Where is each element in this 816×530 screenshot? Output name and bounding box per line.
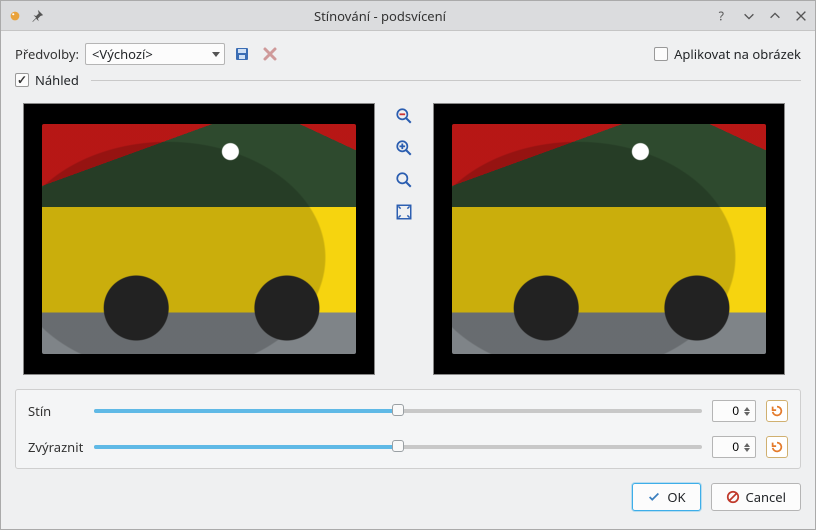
slider-highlight-row: Zvýraznit: [28, 436, 788, 458]
spin-shadow-input[interactable]: [713, 404, 741, 418]
preview-row: Náhled: [15, 71, 801, 89]
preview-area: [15, 95, 801, 379]
minimize-icon[interactable]: [741, 8, 757, 24]
spin-highlight-input[interactable]: [713, 440, 741, 454]
pin-icon[interactable]: [29, 8, 45, 24]
slider-highlight-label: Zvýraznit: [28, 438, 84, 456]
slider-shadow-label: Stín: [28, 402, 84, 420]
cancel-button[interactable]: Cancel: [711, 483, 801, 511]
svg-text:?: ?: [719, 9, 724, 23]
preview-image: [452, 124, 766, 354]
separator: [91, 80, 801, 81]
presets-label: Předvolby:: [15, 45, 79, 63]
reset-highlight-button[interactable]: [766, 436, 788, 458]
presets-combo[interactable]: <Výchozí>: [85, 43, 225, 65]
spin-up-icon[interactable]: [744, 443, 750, 447]
maximize-icon[interactable]: [767, 8, 783, 24]
save-preset-icon[interactable]: [231, 43, 253, 65]
window-title: Stínování - podsvícení: [51, 7, 709, 25]
dialog-window: Stínování - podsvícení ? Předvolby: <Výc…: [0, 0, 816, 530]
help-icon[interactable]: ?: [715, 8, 731, 24]
spin-shadow[interactable]: [712, 400, 756, 422]
reset-shadow-button[interactable]: [766, 400, 788, 422]
spin-highlight[interactable]: [712, 436, 756, 458]
preview-original[interactable]: [23, 103, 375, 375]
ok-button[interactable]: OK: [632, 483, 700, 511]
spin-down-icon[interactable]: [744, 448, 750, 452]
preview-checkbox[interactable]: Náhled: [15, 71, 79, 89]
zoom-out-icon[interactable]: [395, 107, 413, 125]
close-icon[interactable]: [793, 8, 809, 24]
preview-image: [42, 124, 356, 354]
preview-tools: [393, 103, 415, 375]
cancel-button-label: Cancel: [746, 488, 786, 506]
slider-highlight[interactable]: [94, 439, 702, 455]
preview-label: Náhled: [35, 71, 79, 89]
dialog-footer: OK Cancel: [15, 475, 801, 511]
fit-screen-icon[interactable]: [395, 203, 413, 221]
spin-up-icon[interactable]: [744, 407, 750, 411]
checkbox-icon: [15, 73, 29, 87]
chevron-down-icon: [212, 52, 220, 57]
presets-selected: <Výchozí>: [92, 45, 153, 63]
sliders-panel: Stín Zvýraznit: [15, 389, 801, 469]
apply-on-image-checkbox[interactable]: Aplikovat na obrázek: [654, 45, 801, 63]
titlebar: Stínování - podsvícení ?: [1, 1, 815, 31]
preview-result[interactable]: [433, 103, 785, 375]
zoom-reset-icon[interactable]: [395, 171, 413, 189]
slider-shadow-row: Stín: [28, 400, 788, 422]
slider-shadow[interactable]: [94, 403, 702, 419]
delete-preset-icon[interactable]: [259, 43, 281, 65]
checkbox-icon: [654, 47, 668, 61]
ok-button-label: OK: [667, 488, 685, 506]
presets-row: Předvolby: <Výchozí> Aplikovat na obráze…: [15, 41, 801, 67]
spin-down-icon[interactable]: [744, 412, 750, 416]
apply-on-image-label: Aplikovat na obrázek: [674, 45, 801, 63]
zoom-in-icon[interactable]: [395, 139, 413, 157]
app-icon: [7, 8, 23, 24]
